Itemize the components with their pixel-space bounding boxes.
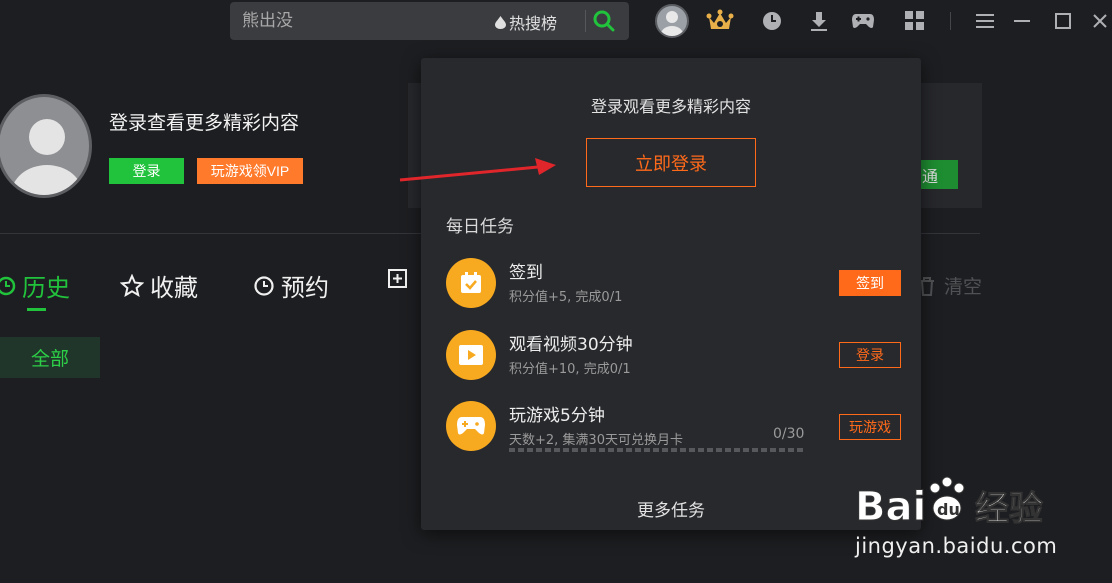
task-desc: 天数+2, 集满30天可兑换月卡	[509, 433, 683, 448]
more-tasks-link[interactable]: 更多任务	[421, 496, 921, 521]
checkin-button[interactable]: 签到	[839, 270, 901, 296]
tab-favorites-label: 收藏	[150, 274, 198, 302]
promo-open-label: 通	[921, 166, 938, 186]
task-progress-bar	[509, 448, 806, 452]
crown-icon[interactable]	[706, 7, 734, 35]
task-item: 玩游戏5分钟 天数+2, 集满30天可兑换月卡 0/30 玩游戏	[446, 401, 901, 461]
vip-button[interactable]: 玩游戏领VIP	[197, 158, 303, 184]
task-name: 玩游戏5分钟	[509, 406, 605, 426]
topbar-divider	[950, 12, 951, 30]
search-input[interactable]	[242, 10, 482, 32]
hot-search-link[interactable]: 热搜榜	[495, 11, 557, 33]
login-button[interactable]: 登录	[109, 158, 184, 184]
user-icon	[11, 119, 83, 195]
search-icon[interactable]	[592, 9, 616, 33]
task-desc: 积分值+5, 完成0/1	[509, 290, 623, 305]
popup-title: 登录观看更多精彩内容	[590, 97, 751, 116]
box-icon	[388, 269, 407, 288]
calendar-check-icon	[446, 258, 496, 308]
gamepad-icon	[446, 401, 496, 451]
task-desc: 积分值+10, 完成0/1	[509, 362, 631, 377]
profile-title: 登录查看更多精彩内容	[109, 112, 300, 134]
close-icon[interactable]	[1086, 7, 1112, 35]
active-tab-indicator	[27, 308, 46, 311]
login-popup: 登录观看更多精彩内容 立即登录 每日任务 签到 积分值+5, 完成0/1 签到 …	[421, 58, 921, 530]
clock-icon	[0, 276, 16, 295]
play-icon	[446, 330, 496, 380]
user-icon	[661, 11, 683, 36]
svg-text:du: du	[937, 500, 960, 519]
tab-reservations[interactable]: 预约	[253, 268, 329, 303]
grid-icon[interactable]	[901, 7, 929, 35]
star-icon	[120, 273, 144, 297]
hot-search-label: 热搜榜	[509, 14, 558, 33]
clear-button[interactable]: 清空	[918, 272, 982, 299]
svg-text:Bai: Bai	[855, 484, 926, 530]
task-item: 签到 积分值+5, 完成0/1 签到	[446, 258, 901, 318]
svg-text:经验: 经验	[975, 489, 1043, 529]
task-name: 观看视频30分钟	[509, 335, 633, 355]
task-name: 签到	[509, 263, 543, 283]
tab-more[interactable]	[387, 268, 409, 290]
profile-avatar[interactable]	[0, 94, 92, 198]
flame-icon	[495, 15, 506, 29]
search-divider	[585, 10, 586, 32]
daily-tasks-title: 每日任务	[446, 217, 514, 237]
menu-icon[interactable]	[971, 7, 999, 35]
clock-icon[interactable]	[758, 7, 786, 35]
tab-reservations-label: 预约	[281, 274, 329, 302]
watch-login-button[interactable]: 登录	[839, 342, 901, 368]
play-game-button[interactable]: 玩游戏	[839, 414, 901, 440]
baidu-watermark-logo: Bai du 经验	[855, 476, 1044, 531]
tab-history-label: 历史	[22, 274, 70, 302]
minimize-icon[interactable]	[1008, 7, 1036, 35]
user-avatar[interactable]	[655, 4, 689, 38]
clear-label: 清空	[944, 276, 983, 298]
gamepad-icon[interactable]	[849, 7, 877, 35]
annotation-arrow	[399, 158, 556, 182]
search-bar[interactable]: 热搜榜	[230, 2, 629, 40]
filter-all-chip[interactable]: 全部	[0, 337, 100, 378]
watermark-url: jingyan.baidu.com	[855, 534, 1058, 558]
tab-history[interactable]: 历史	[0, 268, 70, 303]
download-icon[interactable]	[805, 7, 833, 35]
login-now-button[interactable]: 立即登录	[586, 138, 756, 187]
tab-favorites[interactable]: 收藏	[120, 268, 198, 303]
task-progress-count: 0/30	[773, 426, 805, 442]
clock-icon	[254, 275, 274, 296]
task-item: 观看视频30分钟 积分值+10, 完成0/1 登录	[446, 330, 901, 390]
maximize-icon[interactable]	[1049, 7, 1077, 35]
